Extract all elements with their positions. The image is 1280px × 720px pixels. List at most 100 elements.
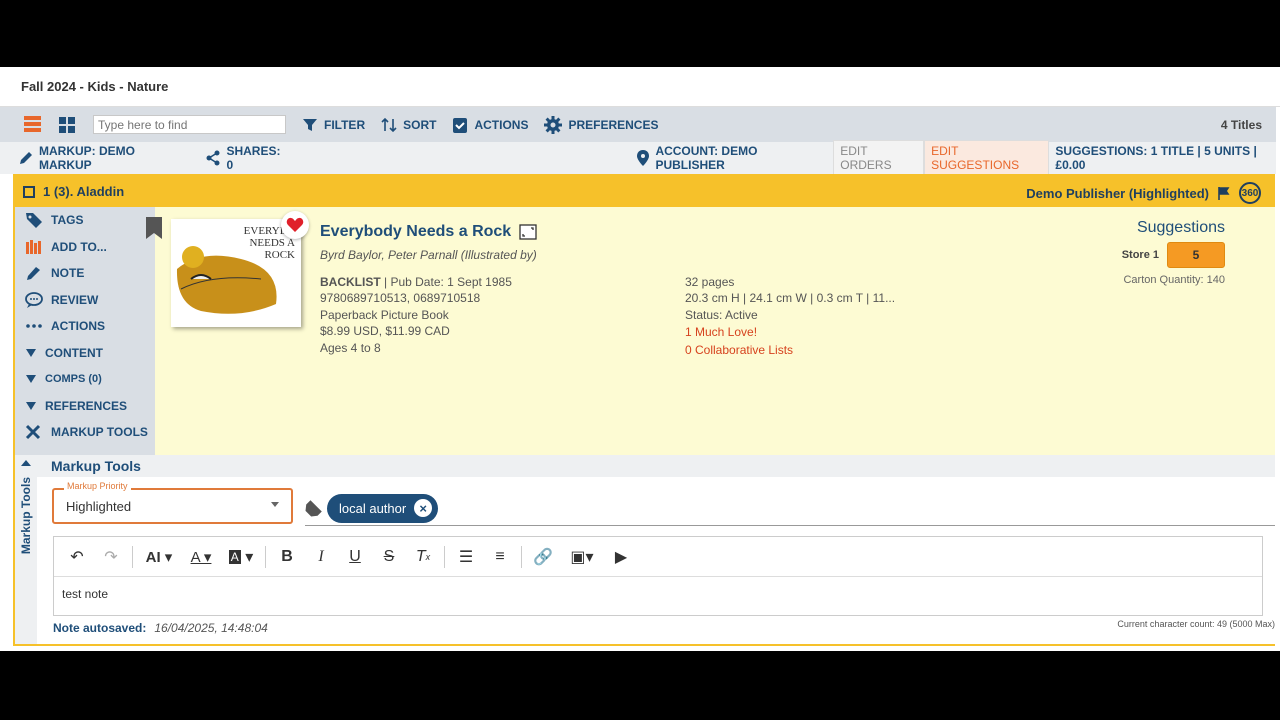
bulleted-list-icon[interactable]: ☰ bbox=[449, 542, 483, 572]
page-title: Fall 2024 - Kids - Nature bbox=[0, 67, 1280, 107]
book-price: $8.99 USD, $11.99 CAD bbox=[320, 324, 450, 339]
suggestions-summary: SUGGESTIONS: 1 TITLE | 5 UNITS | £0.00 bbox=[1055, 144, 1257, 172]
triangle-down-icon bbox=[26, 401, 36, 410]
sidebar-item-add-to[interactable]: ADD TO... bbox=[15, 234, 155, 261]
sidebar-item-tags[interactable]: TAGS bbox=[15, 207, 155, 234]
tag-chip[interactable]: local author × bbox=[327, 493, 439, 523]
flag-icon[interactable] bbox=[1217, 186, 1231, 200]
availability-status: Status: Active bbox=[685, 307, 758, 322]
autosave-status: Note autosaved: 16/04/2025, 14:48:04 bbox=[53, 621, 268, 635]
store-label: Store 1 bbox=[1121, 249, 1159, 261]
row-header: 1 (3). Aladdin Demo Publisher (Highlight… bbox=[15, 176, 1273, 207]
sort-icon bbox=[381, 117, 397, 132]
title-row: 1 (3). Aladdin Demo Publisher (Highlight… bbox=[13, 174, 1275, 646]
sidebar-item-content[interactable]: CONTENT bbox=[15, 340, 155, 367]
insert-media-icon[interactable]: ▶ bbox=[604, 542, 638, 572]
markup-bar: MARKUP: DEMO MARKUP SHARES: 0 ACCOUNT: D… bbox=[0, 140, 1276, 176]
main-toolbar: FILTER SORT ACTIONS PREFERENCES 4 Titles bbox=[0, 107, 1276, 142]
note-text[interactable]: test note bbox=[54, 577, 1262, 611]
carton-quantity: Carton Quantity: 140 bbox=[1123, 274, 1225, 286]
share-icon bbox=[206, 150, 220, 166]
title-detail: EVERYBO NEEDS A ROCK Everybody Needs a R… bbox=[146, 207, 1275, 455]
sidebar: TAGS ADD TO... NOTE REVIEW ACTIONS CONTE… bbox=[15, 207, 155, 455]
sidebar-item-references[interactable]: REFERENCES bbox=[15, 393, 155, 420]
book-title[interactable]: Everybody Needs a Rock bbox=[320, 223, 537, 241]
expand-icon[interactable] bbox=[519, 224, 537, 240]
collapse-icon[interactable] bbox=[20, 459, 32, 467]
heart-icon bbox=[286, 217, 304, 232]
markup-priority-select[interactable]: Markup Priority Highlighted bbox=[52, 481, 293, 524]
book-details-left: BACKLIST | Pub Date: 1 Sept 1985 9780689… bbox=[320, 274, 512, 356]
book-format: Paperback Picture Book bbox=[320, 307, 449, 322]
list-view-icon[interactable] bbox=[24, 116, 41, 133]
filter-icon bbox=[303, 118, 317, 131]
redo-icon[interactable]: ↷ bbox=[94, 542, 128, 572]
quantity-input[interactable]: 5 bbox=[1167, 242, 1225, 268]
view-360-button[interactable]: 360 bbox=[1239, 182, 1261, 204]
italic-icon[interactable]: I bbox=[304, 542, 338, 572]
grid-view-icon[interactable] bbox=[59, 116, 75, 133]
toolbar-separator bbox=[132, 545, 133, 568]
account-button[interactable]: ACCOUNT: DEMO PUBLISHER bbox=[636, 144, 819, 172]
actions-button[interactable]: ACTIONS bbox=[452, 116, 528, 133]
remove-tag-icon[interactable]: × bbox=[414, 499, 433, 517]
underline-icon[interactable]: U bbox=[338, 542, 372, 572]
triangle-down-icon bbox=[26, 348, 36, 357]
clipboard-check-icon bbox=[453, 118, 468, 133]
book-authors: Byrd Baylor, Peter Parnall (Illustrated … bbox=[320, 248, 537, 262]
sidebar-item-comps[interactable]: COMPS (0) bbox=[15, 366, 155, 393]
bold-icon[interactable]: B bbox=[270, 542, 304, 572]
shares-button[interactable]: SHARES: 0 bbox=[205, 144, 286, 172]
filter-button[interactable]: FILTER bbox=[302, 117, 365, 133]
sidebar-item-actions[interactable]: ACTIONS bbox=[15, 313, 155, 340]
suggestions-panel: Suggestions Store 1 5 Carton Quantity: 1… bbox=[1122, 219, 1225, 286]
insert-image-icon[interactable]: ▣▾ bbox=[560, 542, 604, 572]
app-window: Fall 2024 - Kids - Nature FILTER SORT AC… bbox=[0, 67, 1280, 651]
collaborative-lists-link[interactable]: 0 Collaborative Lists bbox=[685, 342, 895, 358]
autosave-time: 16/04/2025, 14:48:04 bbox=[154, 621, 268, 635]
edit-suggestions-button[interactable]: EDIT SUGGESTIONS bbox=[924, 140, 1050, 176]
tag-field[interactable]: local author × bbox=[305, 491, 1275, 526]
store-row: Store 1 5 bbox=[1122, 242, 1225, 268]
edit-orders-button[interactable]: EDIT ORDERS bbox=[833, 140, 925, 176]
favorite-button[interactable] bbox=[281, 211, 309, 239]
undo-icon[interactable]: ↶ bbox=[60, 542, 94, 572]
gear-icon bbox=[544, 115, 563, 134]
row-heading: 1 (3). Aladdin bbox=[43, 184, 125, 199]
sidebar-item-note[interactable]: NOTE bbox=[15, 260, 155, 287]
markup-button[interactable]: MARKUP: DEMO MARKUP bbox=[18, 144, 181, 172]
book-cover[interactable]: EVERYBO NEEDS A ROCK bbox=[171, 219, 301, 327]
sidebar-item-markup-tools[interactable]: MARKUP TOOLS bbox=[15, 419, 155, 446]
strikethrough-icon[interactable]: S bbox=[372, 542, 406, 572]
tools-icon bbox=[25, 425, 41, 440]
toolbar-separator bbox=[265, 545, 266, 568]
book-ages: Ages 4 to 8 bbox=[320, 340, 381, 355]
markup-tools-panel: Markup Tools Markup Tools Markup Priorit… bbox=[15, 455, 1275, 644]
tag-icon bbox=[305, 500, 322, 517]
font-color-icon[interactable]: A ▾ bbox=[181, 542, 221, 572]
pub-date: | Pub Date: 1 Sept 1985 bbox=[380, 275, 512, 289]
dimensions: 20.3 cm H | 24.1 cm W | 0.3 cm T | 11... bbox=[685, 291, 896, 306]
tag-icon bbox=[26, 213, 42, 229]
highlight-color-icon[interactable]: A ▾ bbox=[221, 542, 261, 572]
font-size-icon[interactable]: AI ▾ bbox=[137, 542, 181, 572]
preferences-button[interactable]: PREFERENCES bbox=[544, 115, 658, 134]
loves-link[interactable]: 1 Much Love! bbox=[685, 324, 895, 340]
tag-chip-label: local author bbox=[339, 500, 407, 516]
numbered-list-icon[interactable]: ≡ bbox=[483, 542, 517, 572]
link-icon[interactable]: 🔗 bbox=[526, 542, 560, 572]
note-editor: ↶ ↷ AI ▾ A ▾ A ▾ B I U S Tx ☰ ≡ 🔗 ▣▾ ▶ t… bbox=[53, 536, 1263, 616]
search-input[interactable] bbox=[93, 115, 286, 134]
markup-tools-vertical-label: Markup Tools bbox=[19, 477, 33, 555]
bookmark-icon[interactable] bbox=[145, 217, 163, 239]
books-icon bbox=[26, 239, 41, 254]
autosave-label: Note autosaved: bbox=[53, 621, 147, 635]
clear-format-icon[interactable]: Tx bbox=[406, 542, 440, 572]
markup-tools-tab[interactable]: Markup Tools bbox=[15, 455, 37, 644]
row-checkbox[interactable] bbox=[23, 185, 35, 198]
sidebar-item-review[interactable]: REVIEW bbox=[15, 287, 155, 314]
pencil-icon bbox=[27, 267, 40, 281]
title-count: 4 Titles bbox=[1220, 118, 1262, 132]
sort-button[interactable]: SORT bbox=[381, 117, 436, 133]
page-count: 32 pages bbox=[685, 275, 735, 289]
